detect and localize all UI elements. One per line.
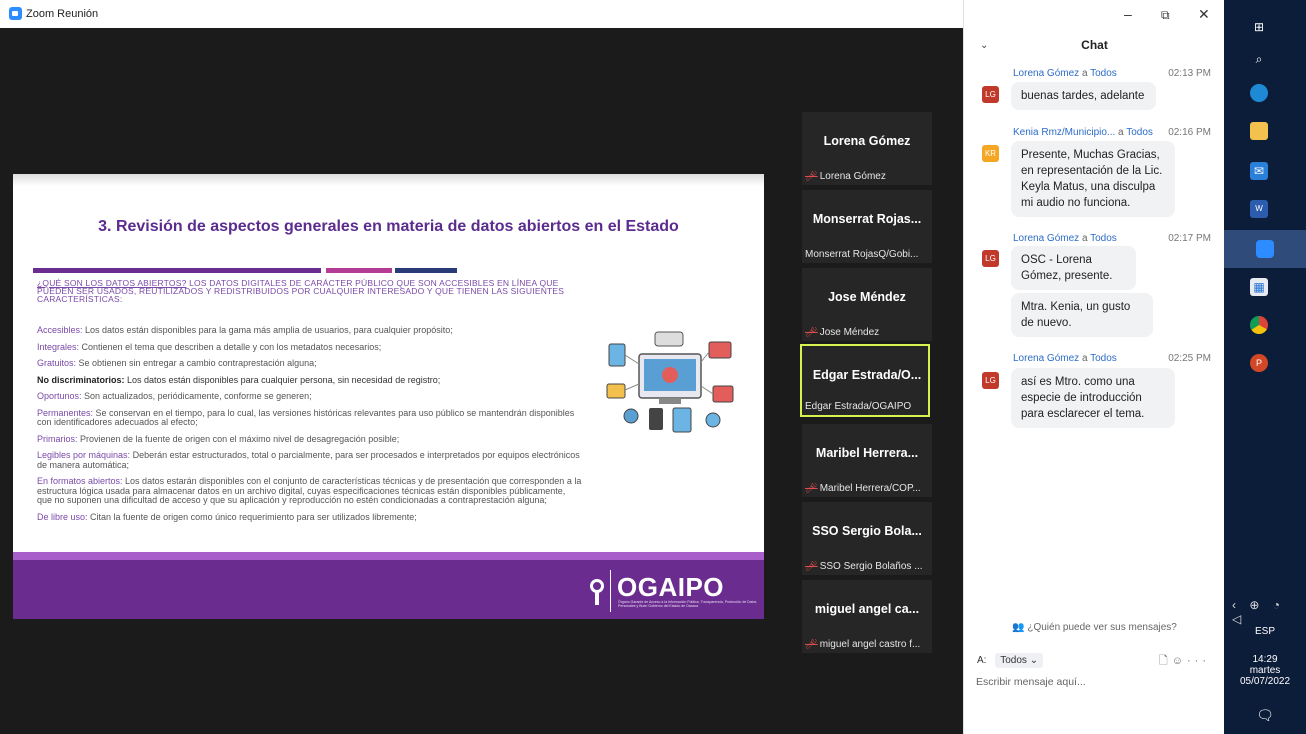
participant-label: 🎤︎ Lorena Gómez — [805, 171, 886, 182]
windows-taskbar: ⊞ ⌕ ✉ W ▦ P ‹ ⊕ ◔ ◁ ESP 14:29 martes 05/07… — [1224, 0, 1306, 734]
muted-mic-icon: 🎤︎ — [805, 639, 818, 650]
message-time: 02:13 PM — [1168, 68, 1211, 79]
definition-item: No discriminatorios: Los datos están dis… — [37, 374, 441, 385]
slide-title: 3. Revisión de aspectos generales en mat… — [98, 218, 679, 235]
search-icon[interactable]: ⌕ — [1250, 50, 1268, 68]
message-input[interactable]: Escribir mensaje aquí... — [976, 676, 1086, 688]
ogaipo-logo-icon — [590, 579, 604, 605]
participant-name: SSO Sergio Bola... — [812, 524, 922, 538]
message-sender: Lorena Gómez a Todos — [1013, 233, 1117, 244]
file-icon[interactable]: 🗋 — [1159, 655, 1172, 667]
mail-icon[interactable]: ✉ — [1250, 162, 1268, 180]
zoom-taskbar-button[interactable] — [1224, 230, 1306, 268]
message-sender: Lorena Gómez a Todos — [1013, 68, 1117, 79]
slide-bar-purple — [33, 268, 321, 273]
avatar: LG — [982, 250, 999, 267]
start-icon[interactable]: ⊞ — [1250, 18, 1268, 36]
slide-footer: OGAIPO Órgano Garante de Acceso a la Inf… — [13, 552, 764, 619]
taskbar-clock[interactable]: 14:29 martes 05/07/2022 — [1224, 654, 1306, 687]
participant-tile[interactable]: Monserrat Rojas... Monserrat RojasQ/Gobi.… — [802, 190, 932, 263]
definition-item: Permanentes: Se conservan en el tiempo, … — [37, 407, 575, 427]
ogaipo-wordmark: OGAIPO — [617, 572, 725, 602]
chat-tools: 🗋☺··· — [1159, 652, 1210, 671]
definition-item: Integrales: Contienen el tema que descri… — [37, 341, 382, 352]
participant-tile[interactable]: Edgar Estrada/O... Edgar Estrada/OGAIPO — [800, 344, 930, 417]
powerpoint-icon[interactable]: P — [1250, 354, 1268, 372]
participant-label: 🎤︎ miguel angel castro f... — [805, 639, 921, 650]
recipient-row: A: Todos ⌄ — [977, 653, 1044, 668]
message-time: 02:25 PM — [1168, 353, 1211, 364]
chrome-icon[interactable] — [1250, 316, 1268, 334]
definition-item: Oportunos: Son actualizados, periódicame… — [37, 391, 312, 401]
definition-item: Accesibles: Los datos están disponibles … — [37, 325, 453, 335]
muted-mic-icon: 🎤︎ — [805, 483, 818, 494]
participant-name: Monserrat Rojas... — [812, 212, 922, 226]
participant-tile[interactable]: SSO Sergio Bola... 🎤︎ SSO Sergio Bolaños .… — [802, 502, 932, 575]
participant-name: miguel angel ca... — [814, 602, 920, 616]
definition-item: Legibles por máquinas: Deberán estar est… — [37, 450, 580, 470]
message-bubble: Presente, Muchas Gracias, en representac… — [1011, 141, 1175, 217]
muted-mic-icon: 🎤︎ — [805, 171, 818, 182]
zoom-logo-icon — [9, 7, 22, 20]
recipient-dropdown[interactable]: Todos ⌄ — [995, 653, 1044, 668]
participant-label: 🎤︎ SSO Sergio Bolaños ... — [805, 561, 923, 572]
definition-item: De libre uso: Citan la fuente de origen … — [37, 511, 417, 522]
participant-label: Edgar Estrada/OGAIPO — [805, 401, 912, 412]
shared-screen-slide: 3. Revisión de aspectos generales en mat… — [13, 174, 764, 619]
muted-mic-icon: 🎤︎ — [805, 327, 818, 338]
edge-icon[interactable] — [1250, 84, 1268, 102]
window-titlebar: Zoom Reunión — [0, 0, 963, 28]
word-icon[interactable]: W — [1250, 200, 1268, 218]
chat-header: ⌄ Chat — [964, 32, 1225, 58]
participant-tile[interactable]: Lorena Gómez 🎤︎ Lorena Gómez — [802, 112, 932, 185]
chat-title: Chat — [1081, 38, 1108, 52]
participant-tile[interactable]: miguel angel ca... 🎤︎ miguel angel castro … — [802, 580, 932, 653]
notification-icon[interactable]: 🗨 — [1224, 707, 1306, 724]
avatar: LG — [982, 372, 999, 389]
meeting-area: 3. Revisión de aspectos generales en mat… — [0, 28, 963, 734]
language-indicator[interactable]: ESP — [1224, 626, 1306, 637]
participant-name: Edgar Estrada/O... — [812, 368, 922, 382]
message-sender: Lorena Gómez a Todos — [1013, 353, 1117, 364]
definition-item: En formatos abiertos: Los datos estarán … — [37, 476, 582, 505]
message-bubble: buenas tardes, adelante — [1011, 82, 1156, 110]
definition-item: Primarios: Provienen de la fuente de ori… — [37, 433, 400, 444]
file-explorer-icon[interactable] — [1250, 122, 1268, 140]
avatar: LG — [982, 86, 999, 103]
participant-label: 🎤︎ Jose Méndez — [805, 327, 880, 338]
message-sender: Kenia Rmz/Municipio... a Todos — [1013, 127, 1153, 138]
message-time: 02:17 PM — [1168, 233, 1211, 244]
message-bubble: Mtra. Kenia, un gusto de nuevo. — [1011, 293, 1153, 337]
participant-tile[interactable]: Maribel Herrera... 🎤︎ Maribel Herrera/COP.… — [802, 424, 932, 497]
window-title: Zoom Reunión — [26, 8, 99, 20]
more-icon[interactable]: ··· — [1187, 655, 1210, 667]
chat-panel: – ⧉ ✕ ⌄ Chat Lorena Gómez a Todos 02:13 P… — [963, 0, 1224, 734]
participant-label: Monserrat RojasQ/Gobi... — [805, 249, 919, 260]
avatar: KR — [982, 145, 999, 162]
participant-label: 🎤︎ Maribel Herrera/COP... — [805, 483, 921, 494]
close-button[interactable]: ✕ — [1198, 6, 1210, 23]
restore-button[interactable]: ⧉ — [1161, 8, 1170, 23]
slide-intro: ¿QUÉ SON LOS DATOS ABIERTOS? LOS DATOS D… — [37, 278, 565, 304]
open-data-illustration-icon — [606, 331, 734, 433]
slide-bar-navy — [395, 268, 457, 273]
minimize-button[interactable]: – — [1124, 6, 1132, 22]
participant-name: Jose Méndez — [828, 290, 906, 304]
who-can-see-link[interactable]: 👥 ¿Quién puede ver sus mensajes? — [964, 622, 1225, 633]
muted-mic-icon: 🎤︎ — [805, 561, 818, 572]
message-bubble: así es Mtro. como una especie de introdu… — [1011, 368, 1175, 428]
slide-bar-pink — [326, 268, 392, 273]
people-icon: 👥 — [1012, 622, 1025, 633]
ogaipo-subtitle: Órgano Garante de Acceso a la Informació… — [618, 600, 757, 608]
slide-definitions: Accesibles: Los datos están disponibles … — [37, 325, 582, 529]
definition-item: Gratuitos: Se obtienen sin entregar a ca… — [37, 358, 317, 368]
message-time: 02:16 PM — [1168, 127, 1211, 138]
store-icon[interactable]: ▦ — [1250, 278, 1268, 296]
message-bubble: OSC - Lorena Gómez, presente. — [1011, 246, 1136, 290]
participant-name: Lorena Gómez — [823, 134, 911, 148]
system-tray-icons[interactable]: ‹ ⊕ ◔ ◁ — [1232, 598, 1306, 626]
participant-name: Maribel Herrera... — [815, 446, 919, 460]
emoji-icon[interactable]: ☺ — [1172, 655, 1187, 667]
participant-tile[interactable]: Jose Méndez 🎤︎ Jose Méndez — [802, 268, 932, 341]
